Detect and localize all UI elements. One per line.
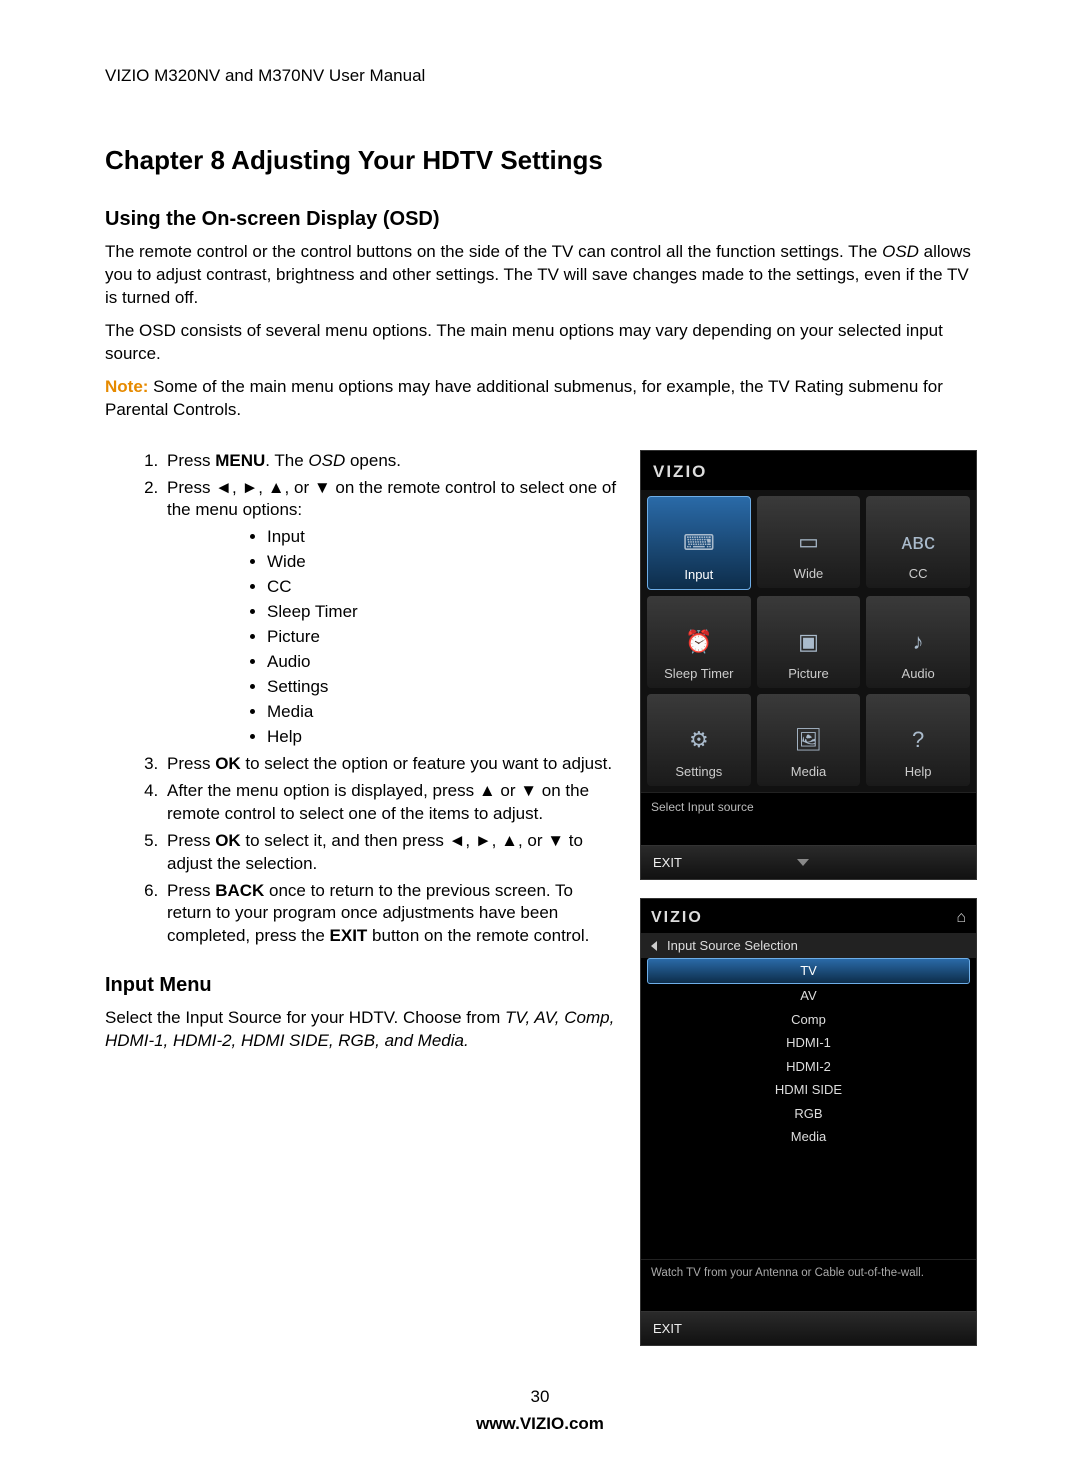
chevron-down-icon[interactable] [797,859,809,866]
chapter-title: Chapter 8 Adjusting Your HDTV Settings [105,143,975,178]
input-source-item[interactable]: RGB [641,1102,976,1126]
osd-cell-audio[interactable]: ♪ Audio [866,596,970,688]
menu-option: CC [267,576,620,599]
page-number: 30 [105,1386,975,1409]
note-label: Note: [105,377,148,396]
input-source-item[interactable]: Media [641,1125,976,1149]
clock-icon: ⏰ [680,623,718,661]
page-footer: 30 www.VIZIO.com [105,1386,975,1436]
input-source-item[interactable]: HDMI-1 [641,1031,976,1055]
step-5: Press OK to select it, and then press ◄,… [163,830,620,876]
menu-option: Wide [267,551,620,574]
step-2: Press ◄, ►, ▲, or ▼ on the remote contro… [163,477,620,749]
osd-cell-wide[interactable]: ▭ Wide [757,496,861,588]
osd-steps: Press MENU. The OSD opens. Press ◄, ►, ▲… [105,450,620,949]
osd-cell-label: CC [909,567,928,581]
input-menu-title-bar: Input Source Selection [641,933,976,959]
input-source-item[interactable]: AV [641,984,976,1008]
input-menu-screenshot: VIZIO ⌂ Input Source Selection TVAVCompH… [640,898,977,1346]
input-source-item[interactable]: HDMI-2 [641,1055,976,1079]
input-icon: ⌨ [680,524,718,562]
input-source-item[interactable]: Comp [641,1008,976,1032]
input-source-item[interactable]: TV [647,958,970,984]
input-menu-paragraph: Select the Input Source for your HDTV. C… [105,1007,620,1053]
menu-options-list: Input Wide CC Sleep Timer Picture Audio … [167,526,620,748]
osd-cell-label: Media [791,765,826,779]
input-menu-exit-button[interactable]: EXIT [653,1321,682,1336]
osd-status-text: Select Input source [641,792,976,845]
home-icon[interactable]: ⌂ [956,907,966,929]
settings-icon: ⚙ [680,721,718,759]
osd-cell-media[interactable]: 🖼 Media [757,694,861,786]
menu-option: Input [267,526,620,549]
osd-cell-label: Wide [794,567,824,581]
osd-cell-settings[interactable]: ⚙ Settings [647,694,751,786]
input-menu-title: Input Source Selection [667,937,798,955]
wide-icon: ▭ [789,523,827,561]
osd-cell-label: Input [684,568,713,582]
step-4: After the menu option is displayed, pres… [163,780,620,826]
osd-cell-cc[interactable]: ᴀʙᴄ CC [866,496,970,588]
osd-cell-label: Picture [788,667,828,681]
back-arrow-icon[interactable] [651,941,657,951]
osd-brand: VIZIO [641,451,976,490]
audio-icon: ♪ [899,623,937,661]
input-source-item[interactable]: HDMI SIDE [641,1078,976,1102]
step-1: Press MENU. The OSD opens. [163,450,620,473]
menu-option: Audio [267,651,620,674]
section-heading-osd: Using the On-screen Display (OSD) [105,206,975,233]
menu-option: Help [267,726,620,749]
menu-option: Settings [267,676,620,699]
cc-icon: ᴀʙᴄ [899,523,937,561]
doc-header: VIZIO M320NV and M370NV User Manual [105,65,975,88]
osd-cell-help[interactable]: ? Help [866,694,970,786]
osd-screenshot: VIZIO ⌨ Input ▭ Wide ᴀʙᴄ CC ⏰ Sleep Timer ▣ Pictu… [640,450,977,881]
osd-cell-label: Help [905,765,932,779]
help-icon: ? [899,721,937,759]
osd-exit-button[interactable]: EXIT [653,854,682,872]
step-6: Press BACK once to return to the previou… [163,880,620,949]
input-menu-brand: VIZIO [651,907,703,929]
osd-cell-label: Sleep Timer [664,667,733,681]
osd-cell-label: Settings [675,765,722,779]
osd-note: Note: Some of the main menu options may … [105,376,975,422]
media-icon: 🖼 [789,721,827,759]
footer-url: www.VIZIO.com [105,1413,975,1436]
step-3: Press OK to select the option or feature… [163,753,620,776]
menu-option: Sleep Timer [267,601,620,624]
osd-cell-label: Audio [902,667,935,681]
osd-paragraph-1: The remote control or the control button… [105,241,975,310]
picture-icon: ▣ [789,623,827,661]
osd-paragraph-2: The OSD consists of several menu options… [105,320,975,366]
osd-cell-sleep-timer[interactable]: ⏰ Sleep Timer [647,596,751,688]
input-menu-description: Watch TV from your Antenna or Cable out-… [641,1259,976,1311]
menu-option: Media [267,701,620,724]
section-heading-input-menu: Input Menu [105,972,620,999]
osd-cell-picture[interactable]: ▣ Picture [757,596,861,688]
osd-cell-input[interactable]: ⌨ Input [647,496,751,590]
menu-option: Picture [267,626,620,649]
